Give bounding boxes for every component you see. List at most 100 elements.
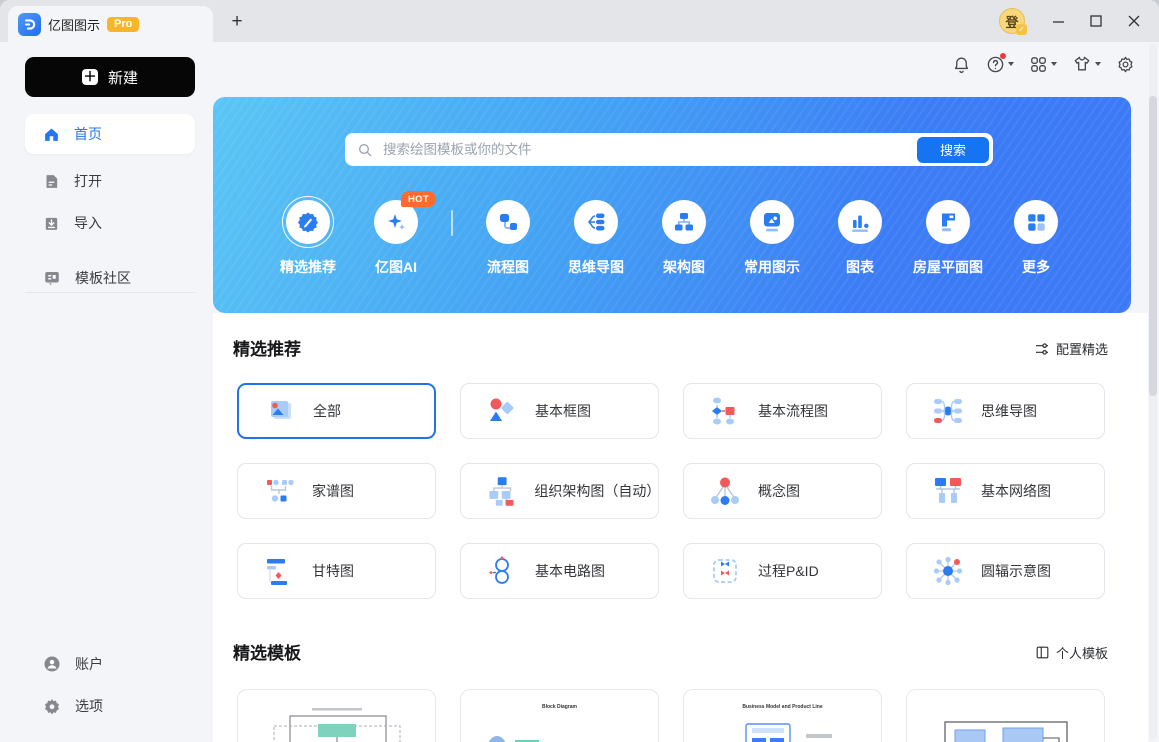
category-label: 思维导图 (568, 257, 624, 277)
user-avatar[interactable]: 登 ✓ (999, 8, 1025, 34)
category-architecture[interactable]: 架构图 (640, 200, 728, 277)
circuit-diagram-icon (485, 554, 519, 588)
card-all[interactable]: 全部 (237, 383, 436, 439)
configure-featured-label: 配置精选 (1056, 339, 1108, 358)
card-basic-block-diagram[interactable]: 基本框图 (460, 383, 659, 439)
category-label: 亿图AI (375, 257, 417, 277)
sidebar-item-label: 模板社区 (75, 268, 131, 288)
category-mindmap[interactable]: 思维导图 (552, 200, 640, 277)
card-concept-map[interactable]: 概念图 (683, 463, 882, 519)
network-diagram-icon (931, 474, 965, 508)
settings-gear-icon[interactable] (1116, 55, 1135, 74)
featured-cards-grid: 全部 基本框图 基本流程图 思维导图 家谱图 组织架构图（自动） (237, 383, 1105, 599)
sidebar-item-template-community[interactable]: 模板社区 (25, 258, 195, 298)
search-bar: 搜索 (345, 133, 993, 166)
community-icon (43, 269, 61, 287)
scrollbar[interactable] (1149, 96, 1157, 396)
card-basic-flowchart[interactable]: 基本流程图 (683, 383, 882, 439)
app-window: 亿图图示 Pro + 登 ✓ (0, 0, 1159, 742)
category-featured[interactable]: 精选推荐 (264, 200, 352, 277)
account-icon (43, 655, 61, 673)
card-label: 概念图 (758, 481, 800, 501)
card-process-pid[interactable]: 过程P&ID (683, 543, 882, 599)
sidebar-item-import[interactable]: 导入 (25, 203, 195, 243)
sidebar-item-label: 打开 (74, 171, 102, 191)
basic-block-icon (485, 394, 519, 428)
app-logo-icon (18, 13, 41, 36)
sidebar-item-account[interactable]: 账户 (25, 644, 195, 684)
card-gantt-chart[interactable]: 甘特图 (237, 543, 436, 599)
card-label: 甘特图 (312, 561, 354, 581)
family-tree-icon (262, 474, 296, 508)
hierarchy-preview (921, 706, 1091, 742)
minimize-button[interactable] (1043, 6, 1073, 36)
template-thumbnail[interactable] (906, 689, 1105, 742)
category-label: 图表 (846, 257, 874, 277)
category-charts[interactable]: 图表 (816, 200, 904, 277)
card-basic-circuit[interactable]: 基本电路图 (460, 543, 659, 599)
close-button[interactable] (1119, 6, 1149, 36)
card-label: 基本网络图 (981, 481, 1051, 501)
sidebar-item-label: 导入 (74, 213, 102, 233)
sidebar-item-label: 账户 (75, 654, 103, 674)
avatar-check-icon: ✓ (1016, 24, 1027, 35)
main-content: 精选推荐 配置精选 全部 基本框图 基本流程图 思维导图 (213, 313, 1148, 742)
configure-icon (1034, 341, 1050, 357)
app-tab[interactable]: 亿图图示 Pro (8, 6, 213, 42)
personal-templates-label: 个人模板 (1056, 643, 1108, 662)
business-model-preview (698, 712, 868, 742)
basic-flowchart-icon (708, 394, 742, 428)
import-icon (43, 215, 60, 232)
sidebar-item-options[interactable]: 选项 (25, 686, 195, 726)
card-basic-network[interactable]: 基本网络图 (906, 463, 1105, 519)
category-row: 精选推荐 亿图AI HOT 流程图 思维导图 (264, 200, 1080, 277)
template-thumbnail[interactable]: Business Model and Product Line (683, 689, 882, 742)
category-label: 更多 (1022, 257, 1050, 277)
chevron-down-icon (1008, 62, 1014, 66)
card-org-chart-auto[interactable]: 组织架构图（自动） (460, 463, 659, 519)
category-label: 精选推荐 (280, 257, 336, 277)
search-button[interactable]: 搜索 (917, 137, 989, 163)
category-more[interactable]: 更多 (992, 200, 1080, 277)
category-floor-plan[interactable]: 房屋平面图 (904, 200, 992, 277)
hero-banner: 搜索 精选推荐 亿图AI HOT 流程图 (213, 97, 1131, 313)
sidebar-item-home[interactable]: 首页 (25, 114, 195, 154)
mind-map-icon (931, 394, 965, 428)
mindmap-icon (574, 200, 618, 244)
tab-title: 亿图图示 (48, 15, 100, 34)
template-thumbnails: Block Diagram Business Model and Product… (237, 689, 1105, 742)
sidebar-item-label: 首页 (74, 124, 102, 144)
category-common-diagrams[interactable]: 常用图示 (728, 200, 816, 277)
theme-menu[interactable] (1072, 54, 1101, 74)
plus-icon: ＋ (82, 69, 98, 85)
notifications-bell-icon[interactable] (952, 55, 971, 74)
card-mind-map[interactable]: 思维导图 (906, 383, 1105, 439)
common-diagrams-icon (750, 200, 794, 244)
template-thumbnail[interactable]: Block Diagram (460, 689, 659, 742)
sidebar-item-label: 选项 (75, 696, 103, 716)
personal-templates-link[interactable]: 个人模板 (1035, 643, 1108, 662)
category-ai[interactable]: 亿图AI HOT (352, 200, 440, 277)
configure-featured-link[interactable]: 配置精选 (1034, 339, 1108, 358)
template-thumbnail[interactable] (237, 689, 436, 742)
category-label: 流程图 (487, 257, 529, 277)
card-family-tree[interactable]: 家谱图 (237, 463, 436, 519)
new-tab-button[interactable]: + (225, 10, 249, 34)
new-document-button[interactable]: ＋ 新建 (25, 57, 195, 97)
options-gear-icon (43, 697, 61, 715)
category-label: 架构图 (663, 257, 705, 277)
thumbnail-title: Business Model and Product Line (742, 704, 822, 710)
category-label: 常用图示 (744, 257, 800, 277)
search-input[interactable] (381, 141, 917, 158)
maximize-button[interactable] (1081, 6, 1111, 36)
templates-section-title: 精选模板 (233, 639, 301, 664)
featured-section-title: 精选推荐 (233, 335, 301, 360)
new-button-label: 新建 (108, 67, 138, 88)
help-menu[interactable] (986, 55, 1014, 74)
category-flowchart[interactable]: 流程图 (464, 200, 552, 277)
card-radial-diagram[interactable]: 圆辐示意图 (906, 543, 1105, 599)
sidebar-item-open[interactable]: 打开 (25, 161, 195, 201)
home-icon (43, 126, 60, 143)
apps-menu[interactable] (1029, 55, 1057, 74)
file-icon (43, 173, 60, 190)
